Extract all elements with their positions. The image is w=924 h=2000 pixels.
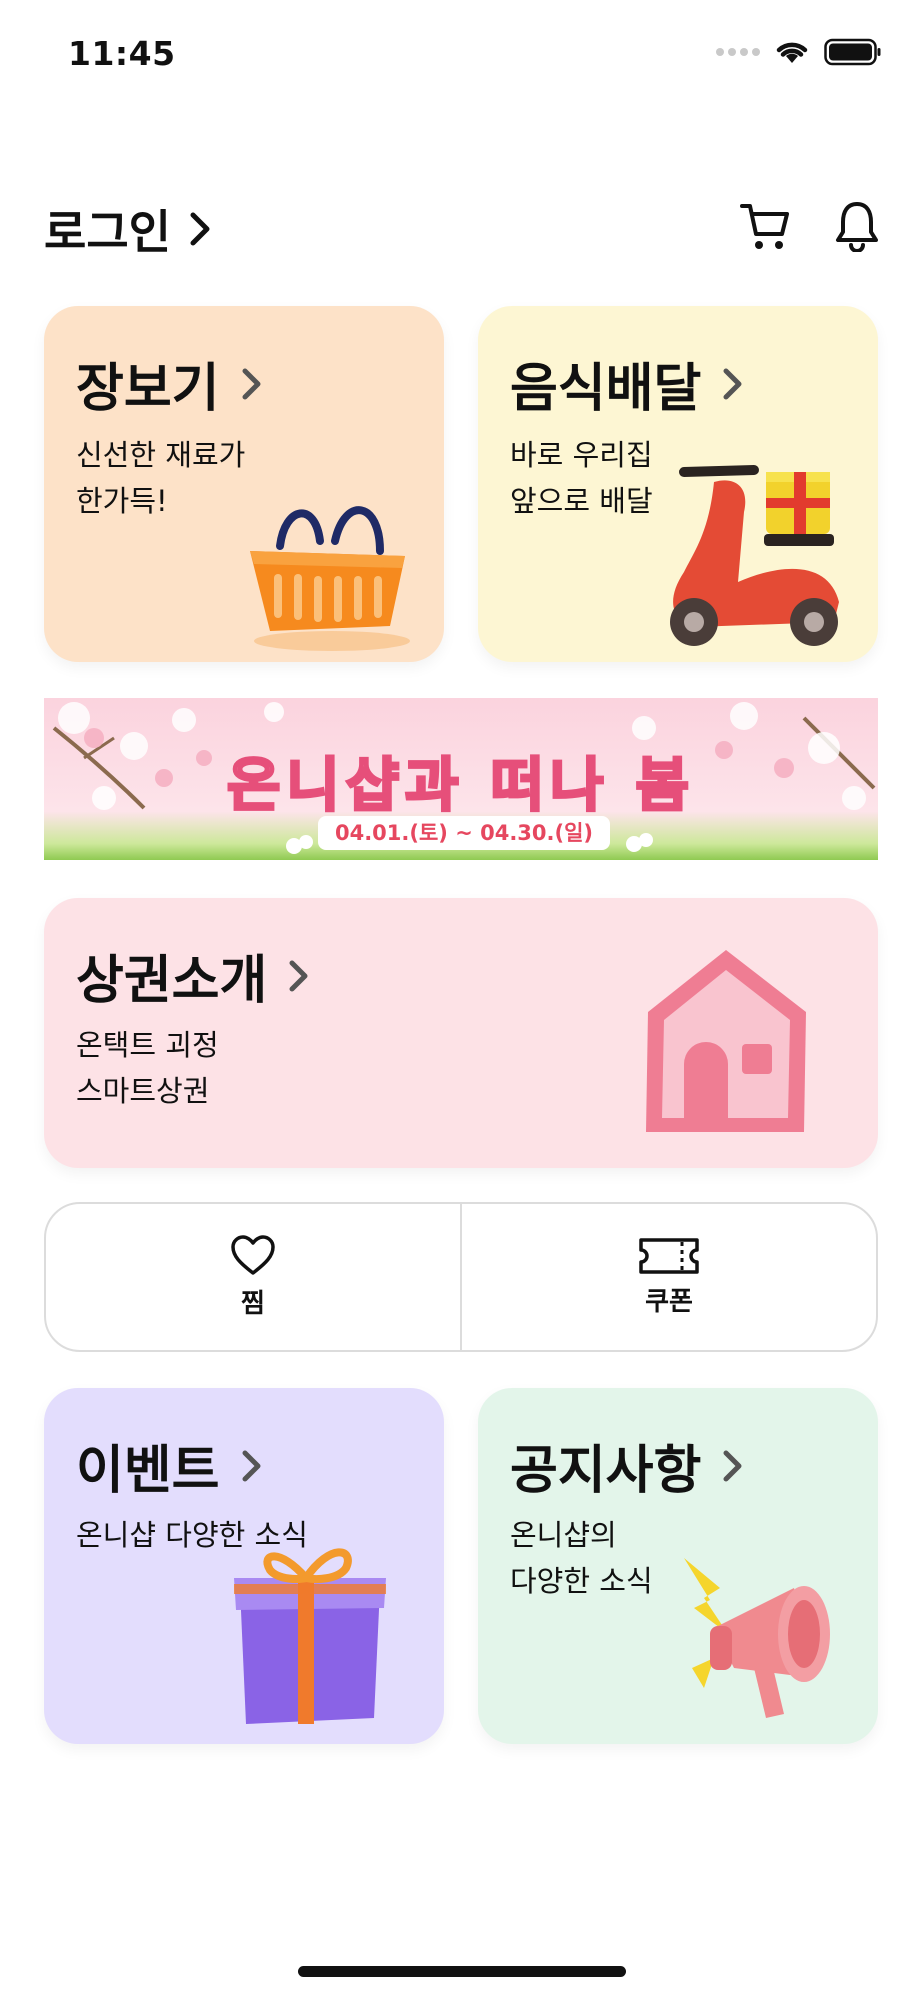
chevron-right-icon bbox=[289, 960, 308, 991]
delivery-scooter-image bbox=[670, 465, 839, 646]
login-link[interactable]: 로그인 bbox=[44, 196, 213, 262]
battery-icon bbox=[824, 38, 881, 66]
coupon-label: 쿠폰 bbox=[645, 1286, 693, 1317]
cart-icon[interactable] bbox=[740, 200, 790, 252]
chevron-right-icon bbox=[242, 1450, 261, 1481]
district-desc-line1: 온택트 괴정 bbox=[76, 1028, 219, 1062]
notice-card[interactable]: 공지사항 온니샵의 다양한 소식 bbox=[478, 1388, 878, 1744]
food-delivery-card[interactable]: 음식배달 바로 우리집 앞으로 배달 bbox=[478, 306, 878, 662]
notice-desc-line2: 다양한 소식 bbox=[510, 1564, 653, 1598]
signal-icon bbox=[716, 48, 760, 56]
shopping-basket-image bbox=[250, 506, 410, 651]
coupon-button[interactable]: 쿠폰 bbox=[462, 1204, 876, 1350]
food-delivery-desc-line1: 바로 우리집 bbox=[510, 438, 653, 472]
grocery-desc-line1: 신선한 재료가 bbox=[76, 438, 246, 472]
wishlist-label: 찜 bbox=[241, 1288, 265, 1319]
food-delivery-desc-line2: 앞으로 배달 bbox=[510, 484, 653, 518]
grocery-card[interactable]: 장보기 신선한 재료가 한가득! bbox=[44, 306, 444, 662]
login-label: 로그인 bbox=[44, 205, 171, 259]
chevron-right-icon bbox=[723, 368, 742, 399]
district-desc-line2: 스마트상권 bbox=[76, 1074, 210, 1108]
gift-box-image bbox=[234, 1548, 386, 1724]
house-image bbox=[646, 950, 806, 1132]
grocery-desc-line2: 한가득! bbox=[76, 484, 168, 518]
district-intro-title: 상권소개 bbox=[76, 951, 268, 1011]
district-intro-card[interactable]: 상권소개 온택트 괴정 스마트상권 bbox=[44, 898, 878, 1168]
notice-title: 공지사항 bbox=[510, 1441, 702, 1501]
chevron-right-icon bbox=[190, 212, 210, 246]
heart-icon bbox=[231, 1234, 275, 1275]
promo-banner[interactable]: 온니샵과 떠나 봄 04.01.(토) ~ 04.30.(일) bbox=[44, 698, 878, 860]
event-title: 이벤트 bbox=[76, 1441, 220, 1501]
chevron-right-icon bbox=[242, 368, 261, 399]
megaphone-image bbox=[684, 1558, 830, 1718]
ticket-icon bbox=[639, 1237, 699, 1274]
wishlist-button[interactable]: 찜 bbox=[46, 1204, 460, 1350]
notice-desc-line1: 온니샵의 bbox=[510, 1518, 617, 1552]
chevron-right-icon bbox=[723, 1450, 742, 1481]
grocery-title: 장보기 bbox=[76, 359, 220, 419]
header: 로그인 bbox=[44, 196, 880, 266]
banner-date: 04.01.(토) ~ 04.30.(일) bbox=[318, 816, 610, 850]
food-delivery-title: 음식배달 bbox=[510, 359, 702, 419]
bell-icon[interactable] bbox=[834, 200, 880, 252]
status-time: 11:45 bbox=[68, 34, 176, 73]
banner-title: 온니샵과 떠나 봄 bbox=[226, 750, 695, 821]
wifi-icon bbox=[776, 42, 808, 63]
home-indicator[interactable] bbox=[298, 1966, 626, 1977]
event-card[interactable]: 이벤트 온니샵 다양한 소식 bbox=[44, 1388, 444, 1744]
quick-menu: 찜 쿠폰 bbox=[44, 1202, 878, 1352]
status-icons bbox=[716, 38, 882, 66]
